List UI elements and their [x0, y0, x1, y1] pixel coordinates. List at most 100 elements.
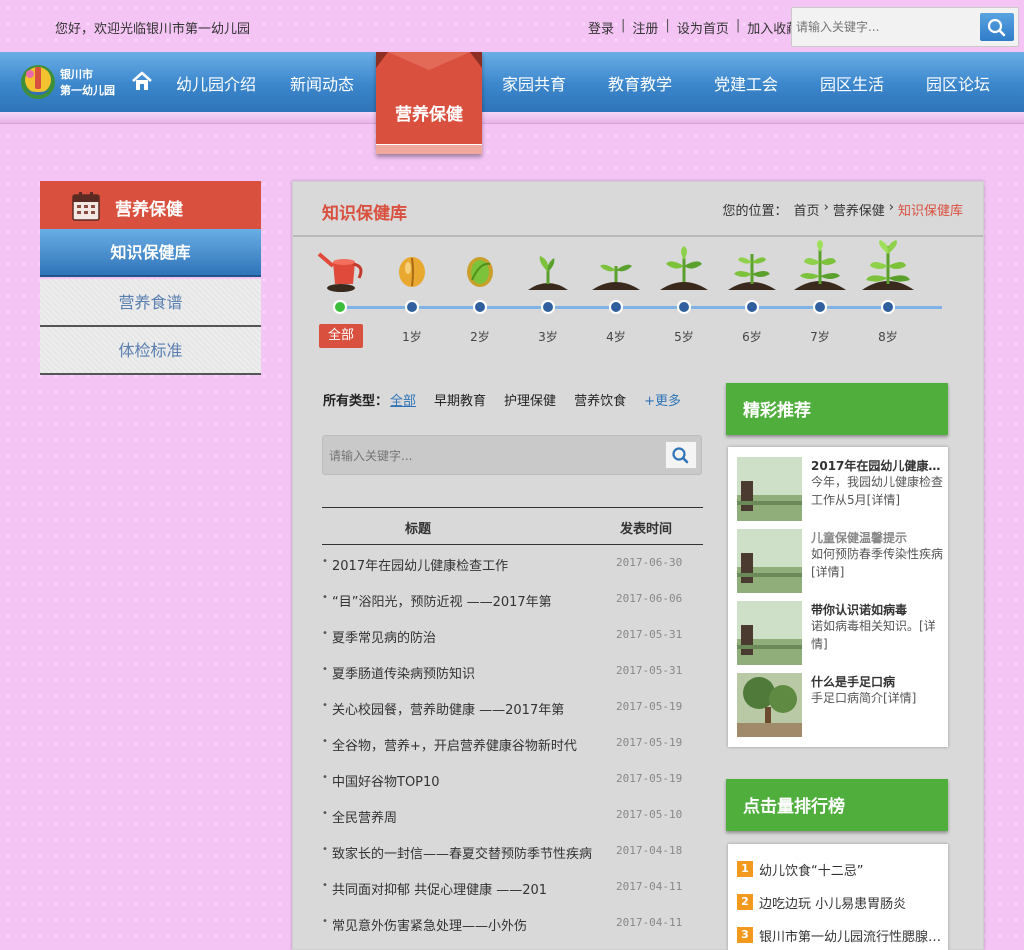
nav-item-home-school[interactable]: 家园共育 — [502, 71, 566, 95]
timeline-dot-7[interactable] — [813, 300, 827, 314]
recommend-item[interactable]: 2017年在园幼儿健康… 今年，我园幼儿健康检查工作从5月[详情] — [737, 457, 943, 523]
table-row[interactable]: • 常见意外伤害紧急处理——小外伤 2017-04-11 — [322, 905, 703, 941]
article-title[interactable]: 关心校园餐，营养助健康 ——2017年第 — [332, 699, 564, 718]
watering-can-icon[interactable] — [313, 240, 369, 294]
age-filter-all[interactable]: 全部 — [319, 324, 363, 348]
age-label-3[interactable]: 3岁 — [528, 328, 568, 345]
top-search-input[interactable] — [796, 16, 976, 38]
ranking-item[interactable]: 3 银川市第一幼儿园流行性腮腺… — [737, 925, 943, 949]
recommend-thumbnail[interactable] — [737, 601, 802, 665]
recommend-banner: 精彩推荐 — [726, 383, 948, 435]
nav-item-campus-life[interactable]: 园区生活 — [820, 71, 884, 95]
filter-option-all[interactable]: 全部 — [390, 390, 416, 409]
table-row[interactable]: • 关心校园餐，营养助健康 ——2017年第 2017-05-19 — [322, 689, 703, 725]
logo[interactable]: 银川市 第一幼儿园 — [18, 60, 118, 104]
sprout-stage3-icon[interactable] — [520, 240, 576, 294]
nav-item-news[interactable]: 新闻动态 — [290, 71, 354, 95]
age-label-4[interactable]: 4岁 — [596, 328, 636, 345]
timeline-dot-8[interactable] — [881, 300, 895, 314]
age-label-6[interactable]: 6岁 — [732, 328, 772, 345]
sprout-stage6-icon[interactable] — [724, 240, 780, 294]
register-link[interactable]: 注册 — [632, 18, 658, 37]
nav-item-party[interactable]: 党建工会 — [714, 71, 778, 95]
ranking-item[interactable]: 2 边吃边玩 小儿易患胃肠炎 — [737, 892, 943, 916]
age-label-7[interactable]: 7岁 — [800, 328, 840, 345]
recommend-item-title[interactable]: 带你认识诺如病毒 — [811, 601, 943, 618]
filter-option-early-education[interactable]: 早期教育 — [434, 390, 486, 409]
breadcrumb-home[interactable]: 首页 — [794, 200, 820, 219]
article-title[interactable]: “目”浴阳光，预防近视 ——2017年第 — [332, 591, 552, 610]
article-title[interactable]: 夏季常见病的防治 — [332, 627, 436, 646]
age-label-8[interactable]: 8岁 — [868, 328, 908, 345]
home-icon[interactable] — [131, 70, 153, 92]
article-title[interactable]: 中国好谷物TOP10 — [332, 771, 440, 790]
table-row[interactable]: • 夏季常见病的防治 2017-05-31 — [322, 617, 703, 653]
recommend-item-title[interactable]: 什么是手足口病 — [811, 673, 943, 690]
timeline-dot-3[interactable] — [541, 300, 555, 314]
age-label-2[interactable]: 2岁 — [460, 328, 500, 345]
recommend-thumbnail[interactable] — [737, 673, 802, 737]
top-search-button[interactable] — [980, 13, 1014, 41]
filter-option-diet[interactable]: 营养饮食 — [574, 390, 626, 409]
sidebar-item-knowledge[interactable]: 知识保健库 — [40, 229, 261, 277]
recommend-item-title[interactable]: 儿童保健温馨提示 — [811, 529, 943, 546]
timeline-dot-2[interactable] — [473, 300, 487, 314]
recommend-item[interactable]: 什么是手足口病 手足口病简介[详情] — [737, 673, 943, 739]
recommend-thumbnail[interactable] — [737, 457, 802, 521]
bullet: • — [322, 880, 328, 891]
nav-item-forum[interactable]: 园区论坛 — [926, 71, 990, 95]
nav-item-education[interactable]: 教育教学 — [608, 71, 672, 95]
sprouting-seed-icon[interactable] — [452, 240, 508, 294]
timeline-dot-5[interactable] — [677, 300, 691, 314]
login-link[interactable]: 登录 — [588, 18, 614, 37]
article-title[interactable]: 致家长的一封信——春夏交替预防季节性疾病 — [332, 843, 592, 862]
age-label-1[interactable]: 1岁 — [392, 328, 432, 345]
table-row[interactable]: • 2017年在园幼儿健康检查工作 2017-06-30 — [322, 545, 703, 581]
seed-icon[interactable] — [384, 240, 440, 294]
table-row[interactable]: • 致家长的一封信——春夏交替预防季节性疾病 2017-04-18 — [322, 833, 703, 869]
sprout-stage4-icon[interactable] — [588, 240, 644, 294]
timeline-dot-1[interactable] — [405, 300, 419, 314]
table-row[interactable]: • 夏季肠道传染病预防知识 2017-05-31 — [322, 653, 703, 689]
table-row[interactable]: • 全民营养周 2017-05-10 — [322, 797, 703, 833]
sidebar-item-recipes[interactable]: 营养食谱 — [40, 279, 261, 327]
age-label-5[interactable]: 5岁 — [664, 328, 704, 345]
list-search-input[interactable] — [329, 445, 649, 467]
sprout-stage8-icon[interactable] — [860, 240, 916, 294]
ranking-banner: 点击量排行榜 — [726, 779, 948, 831]
article-title[interactable]: 2017年在园幼儿健康检查工作 — [332, 555, 508, 574]
article-title[interactable]: 常见意外伤害紧急处理——小外伤 — [332, 915, 527, 934]
list-search — [322, 435, 702, 475]
list-search-button[interactable] — [665, 441, 697, 469]
recommend-item[interactable]: 儿童保健温馨提示 如何预防春季传染性疾病[详情] — [737, 529, 943, 595]
nav-item-intro[interactable]: 幼儿园介绍 — [176, 71, 256, 95]
recommend-item-title[interactable]: 2017年在园幼儿健康… — [811, 457, 943, 474]
table-row[interactable]: • 全谷物，营养+，开启营养健康谷物新时代 2017-05-19 — [322, 725, 703, 761]
rank-title[interactable]: 银川市第一幼儿园流行性腮腺… — [759, 926, 943, 945]
sidebar-item-checkup[interactable]: 体检标准 — [40, 327, 261, 375]
timeline-dot-all[interactable] — [333, 300, 347, 314]
ranking-item[interactable]: 1 幼儿饮食“十二忌” — [737, 859, 943, 883]
filter-option-care[interactable]: 护理保健 — [504, 390, 556, 409]
sprout-stage5-icon[interactable] — [656, 240, 712, 294]
recommend-thumbnail[interactable] — [737, 529, 802, 593]
sprout-stage7-icon[interactable] — [792, 240, 848, 294]
table-row[interactable]: • 中国好谷物TOP10 2017-05-19 — [322, 761, 703, 797]
table-row[interactable]: • “目”浴阳光，预防近视 ——2017年第 2017-06-06 — [322, 581, 703, 617]
breadcrumb-section[interactable]: 营养保健 — [833, 200, 885, 219]
article-title[interactable]: 全谷物，营养+，开启营养健康谷物新时代 — [332, 735, 577, 754]
timeline-dot-6[interactable] — [745, 300, 759, 314]
nav-item-nutrition-active[interactable]: 营养保健 — [376, 52, 482, 154]
rank-title[interactable]: 边吃边玩 小儿易患胃肠炎 — [759, 893, 943, 912]
filter-more-link[interactable]: +更多 — [644, 390, 681, 409]
article-title[interactable]: 全民营养周 — [332, 807, 397, 826]
article-title[interactable]: 共同面对抑郁 共促心理健康 ——201 — [332, 879, 547, 898]
article-date: 2017-06-06 — [616, 592, 683, 605]
rank-title[interactable]: 幼儿饮食“十二忌” — [759, 860, 943, 879]
article-date: 2017-05-19 — [616, 772, 683, 785]
article-title[interactable]: 夏季肠道传染病预防知识 — [332, 663, 475, 682]
set-homepage-link[interactable]: 设为首页 — [677, 18, 729, 37]
timeline-dot-4[interactable] — [609, 300, 623, 314]
recommend-item[interactable]: 带你认识诺如病毒 诺如病毒相关知识。[详情] — [737, 601, 943, 667]
table-row[interactable]: • 共同面对抑郁 共促心理健康 ——201 2017-04-11 — [322, 869, 703, 905]
